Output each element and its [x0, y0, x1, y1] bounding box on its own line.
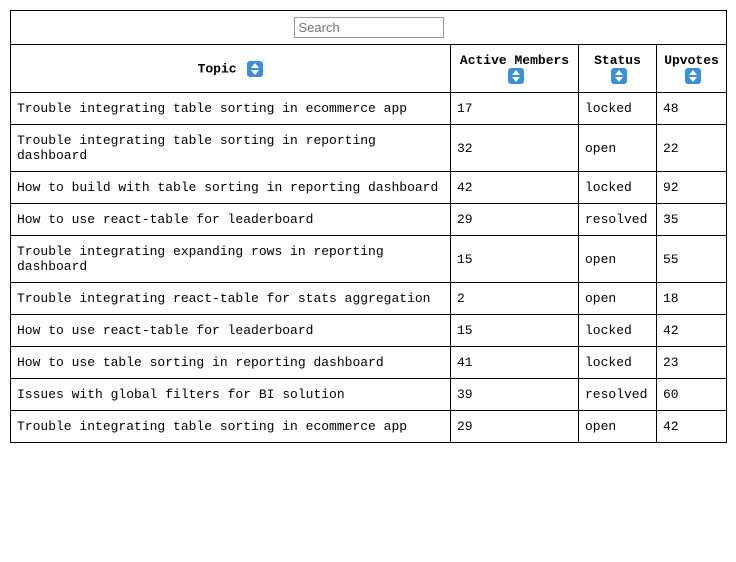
table-row: Issues with global filters for BI soluti… [11, 379, 727, 411]
cell-topic: Trouble integrating table sorting in eco… [11, 411, 451, 443]
cell-upvotes: 48 [657, 93, 727, 125]
table-row: Trouble integrating table sorting in eco… [11, 411, 727, 443]
cell-members: 42 [451, 172, 579, 204]
col-label: Topic [198, 61, 237, 76]
cell-upvotes: 55 [657, 236, 727, 283]
sort-icon[interactable] [611, 68, 627, 84]
table-row: How to build with table sorting in repor… [11, 172, 727, 204]
table-row: Trouble integrating expanding rows in re… [11, 236, 727, 283]
cell-status: open [579, 283, 657, 315]
cell-members: 41 [451, 347, 579, 379]
cell-members: 15 [451, 236, 579, 283]
cell-topic: Issues with global filters for BI soluti… [11, 379, 451, 411]
cell-topic: How to use react-table for leaderboard [11, 315, 451, 347]
col-label: Active Members [460, 53, 569, 68]
table-row: How to use react-table for leaderboard15… [11, 315, 727, 347]
header-row: Topic Active Members Status Upvotes [11, 45, 727, 93]
cell-topic: Trouble integrating expanding rows in re… [11, 236, 451, 283]
cell-members: 17 [451, 93, 579, 125]
cell-members: 32 [451, 125, 579, 172]
cell-upvotes: 42 [657, 315, 727, 347]
cell-upvotes: 23 [657, 347, 727, 379]
cell-upvotes: 22 [657, 125, 727, 172]
cell-status: locked [579, 347, 657, 379]
cell-members: 29 [451, 204, 579, 236]
table-row: Trouble integrating table sorting in rep… [11, 125, 727, 172]
sort-icon[interactable] [685, 68, 701, 84]
cell-members: 29 [451, 411, 579, 443]
cell-topic: How to use react-table for leaderboard [11, 204, 451, 236]
data-table: Topic Active Members Status Upvotes Trou… [10, 10, 727, 443]
cell-upvotes: 18 [657, 283, 727, 315]
search-row [11, 11, 727, 45]
cell-members: 15 [451, 315, 579, 347]
cell-status: resolved [579, 379, 657, 411]
table-row: Trouble integrating table sorting in eco… [11, 93, 727, 125]
cell-status: open [579, 411, 657, 443]
col-header-topic[interactable]: Topic [11, 45, 451, 93]
cell-members: 2 [451, 283, 579, 315]
cell-upvotes: 92 [657, 172, 727, 204]
cell-status: open [579, 236, 657, 283]
cell-topic: Trouble integrating table sorting in rep… [11, 125, 451, 172]
cell-upvotes: 60 [657, 379, 727, 411]
col-header-status[interactable]: Status [579, 45, 657, 93]
cell-upvotes: 42 [657, 411, 727, 443]
cell-status: locked [579, 315, 657, 347]
search-input[interactable] [294, 17, 444, 38]
table-row: Trouble integrating react-table for stat… [11, 283, 727, 315]
cell-status: resolved [579, 204, 657, 236]
sort-icon[interactable] [508, 68, 524, 84]
cell-upvotes: 35 [657, 204, 727, 236]
col-header-upvotes[interactable]: Upvotes [657, 45, 727, 93]
cell-members: 39 [451, 379, 579, 411]
cell-status: locked [579, 93, 657, 125]
table-row: How to use table sorting in reporting da… [11, 347, 727, 379]
cell-status: open [579, 125, 657, 172]
cell-topic: Trouble integrating table sorting in eco… [11, 93, 451, 125]
sort-icon[interactable] [247, 61, 263, 77]
col-label: Status [594, 53, 641, 68]
cell-topic: How to use table sorting in reporting da… [11, 347, 451, 379]
col-header-members[interactable]: Active Members [451, 45, 579, 93]
cell-status: locked [579, 172, 657, 204]
col-label: Upvotes [664, 53, 719, 68]
table-row: How to use react-table for leaderboard29… [11, 204, 727, 236]
cell-topic: How to build with table sorting in repor… [11, 172, 451, 204]
cell-topic: Trouble integrating react-table for stat… [11, 283, 451, 315]
